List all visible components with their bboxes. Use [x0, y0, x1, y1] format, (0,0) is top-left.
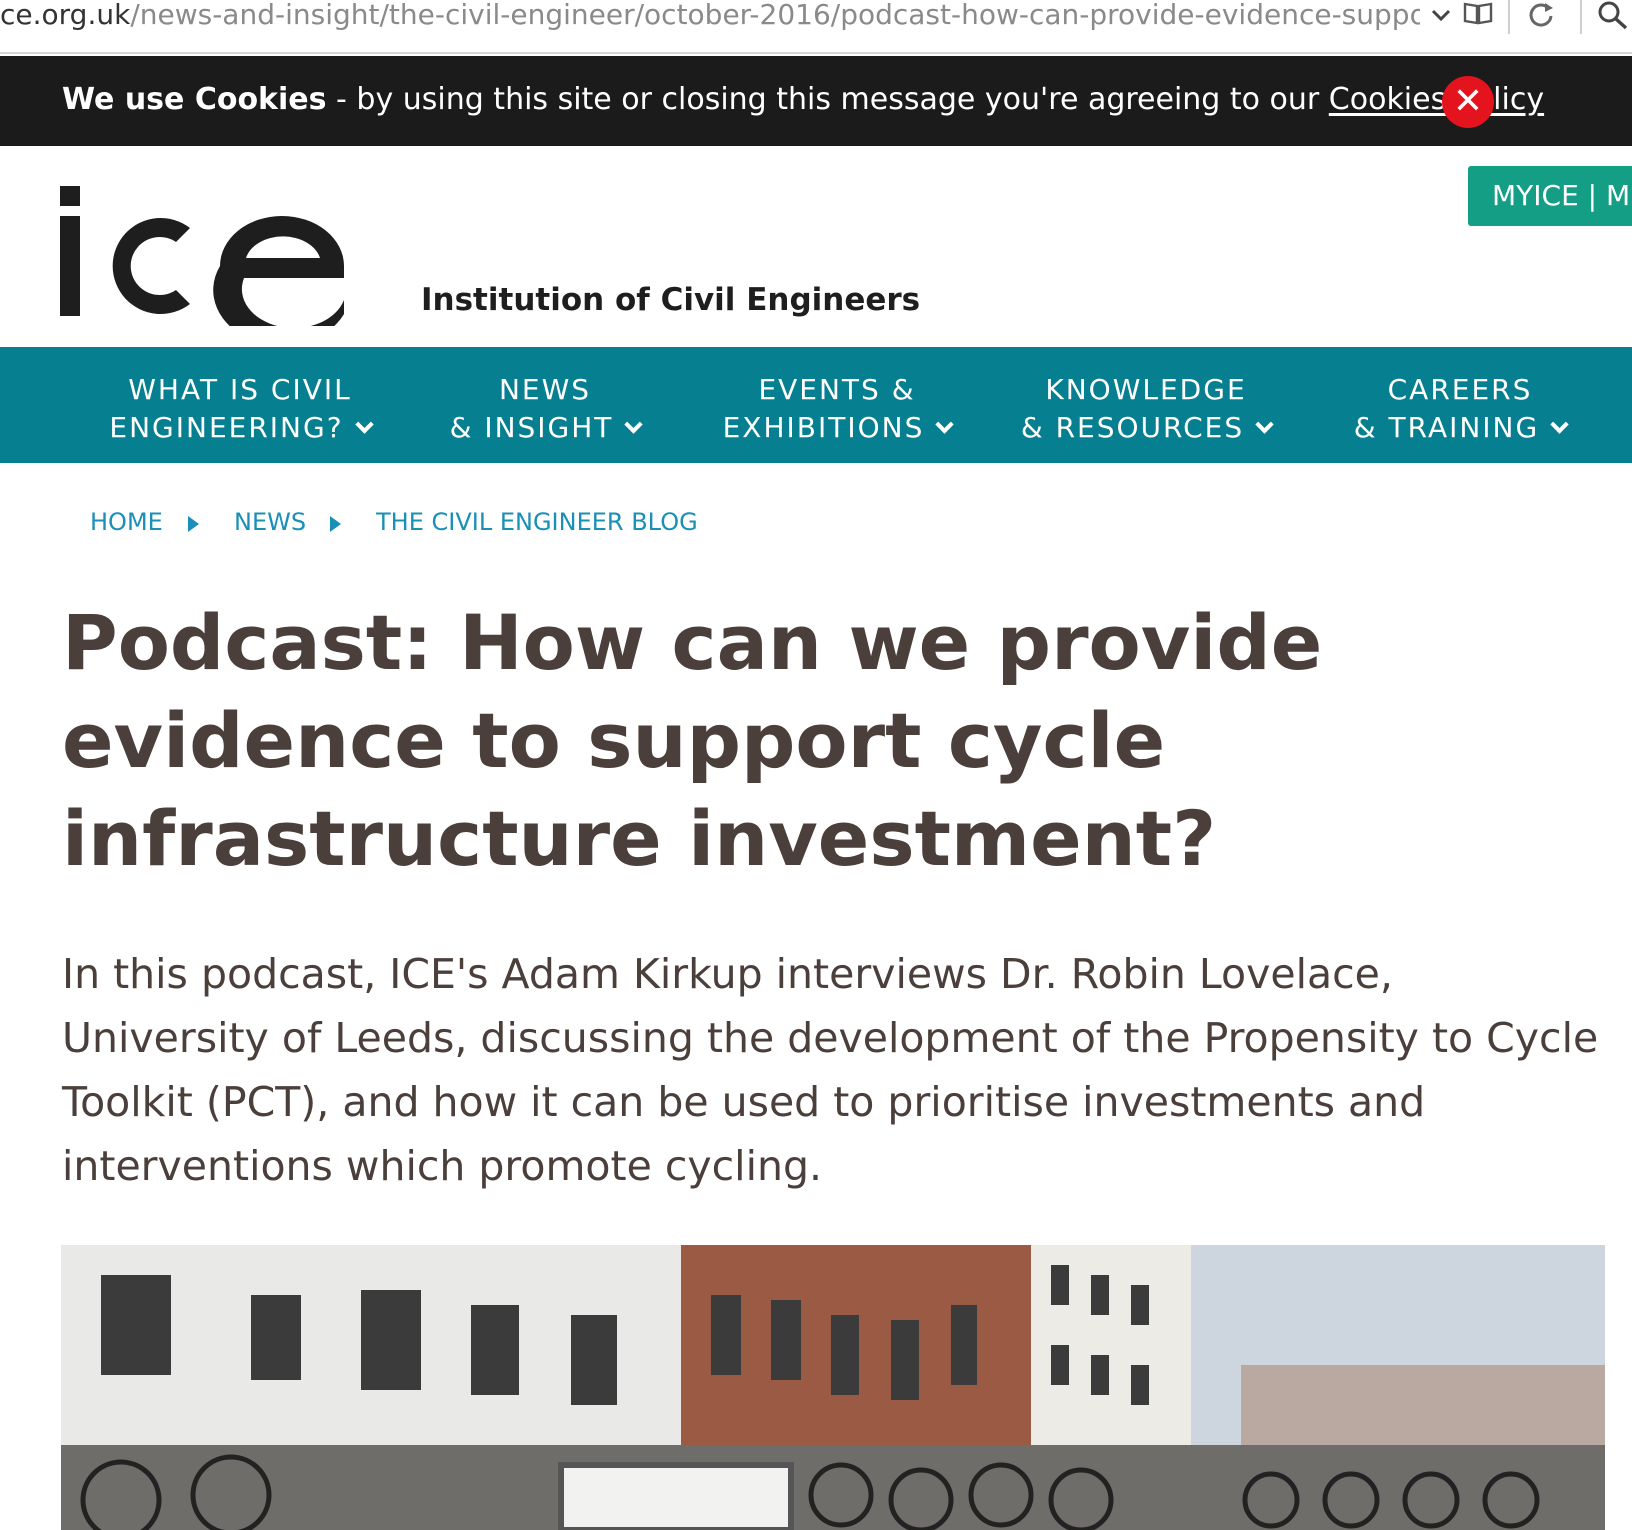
nav-item-line2: & INSIGHT	[449, 411, 614, 444]
breadcrumb-news[interactable]: NEWS	[234, 504, 306, 540]
ice-logo-mark	[60, 186, 344, 346]
nav-item-line2: ENGINEERING?	[109, 411, 344, 444]
nav-item-line2: EXHIBITIONS	[722, 411, 925, 444]
nav-item-knowledge-resources[interactable]: KNOWLEDGE & RESOURCES	[1016, 371, 1276, 447]
reader-mode-icon[interactable]	[1460, 0, 1496, 30]
nav-item-line1: EVENTS &	[758, 373, 916, 406]
article-hero-image	[61, 1245, 1605, 1530]
chevron-down-icon[interactable]	[1428, 0, 1454, 30]
browser-address-bar: ce.org.uk/news-and-insight/the-civil-eng…	[0, 0, 1632, 54]
breadcrumb-home[interactable]: HOME	[90, 504, 163, 540]
nav-item-line1: KNOWLEDGE	[1045, 373, 1247, 406]
street-bicycles-photo	[61, 1245, 1605, 1530]
ice-logo[interactable]	[60, 186, 366, 346]
nav-item-line2: & RESOURCES	[1020, 411, 1245, 444]
cookie-body: - by using this site or closing this mes…	[326, 82, 1329, 117]
chevron-down-icon	[624, 415, 644, 434]
url-host: ce.org.uk	[0, 0, 131, 30]
url-field[interactable]: ce.org.uk/news-and-insight/the-civil-eng…	[0, 0, 1420, 30]
url-path: /news-and-insight/the-civil-engineer/oct…	[130, 0, 1420, 30]
breadcrumb-civil-engineer-blog[interactable]: THE CIVIL ENGINEER BLOG	[376, 504, 698, 540]
nav-item-careers-training[interactable]: CAREERS & TRAINING	[1340, 371, 1580, 447]
nav-item-line1: NEWS	[498, 373, 592, 406]
nav-item-news-insight[interactable]: NEWS & INSIGHT	[440, 371, 650, 447]
cookie-message: We use Cookies - by using this site or c…	[62, 78, 1544, 122]
caret-right-icon	[188, 516, 199, 532]
reload-icon[interactable]	[1524, 0, 1558, 30]
nav-item-line1: WHAT IS CIVIL	[128, 373, 352, 406]
chevron-down-icon	[1550, 415, 1569, 434]
myice-button[interactable]: MYICE | M	[1468, 166, 1632, 226]
organisation-name: Institution of Civil Engineers	[421, 282, 921, 318]
addressbar-separator	[1580, 0, 1582, 34]
article-title: Podcast: How can we provide evidence to …	[62, 598, 1323, 883]
caret-right-icon	[330, 516, 341, 532]
addressbar-separator	[1508, 0, 1510, 34]
nav-item-line2: & TRAINING	[1353, 411, 1540, 444]
cookie-lead: We use Cookies	[62, 82, 327, 117]
chevron-down-icon	[935, 415, 955, 434]
chevron-down-icon	[354, 415, 374, 434]
cookie-banner: We use Cookies - by using this site or c…	[0, 56, 1632, 146]
search-icon[interactable]	[1596, 0, 1630, 30]
nav-item-line1: CAREERS	[1387, 373, 1533, 406]
close-icon[interactable]: ✕	[1442, 76, 1494, 128]
main-nav: WHAT IS CIVIL ENGINEERING? NEWS & INSIGH…	[0, 347, 1632, 463]
cookies-policy-link[interactable]: Cookies policy	[1329, 82, 1544, 117]
nav-item-what-is-civil-engineering[interactable]: WHAT IS CIVIL ENGINEERING?	[100, 371, 380, 447]
nav-item-events-exhibitions[interactable]: EVENTS & EXHIBITIONS	[712, 371, 962, 447]
site-header: Institution of Civil Engineers MYICE | M	[0, 146, 1632, 347]
article-lead: In this podcast, ICE's Adam Kirkup inter…	[62, 950, 1599, 1190]
chevron-down-icon	[1255, 415, 1274, 434]
